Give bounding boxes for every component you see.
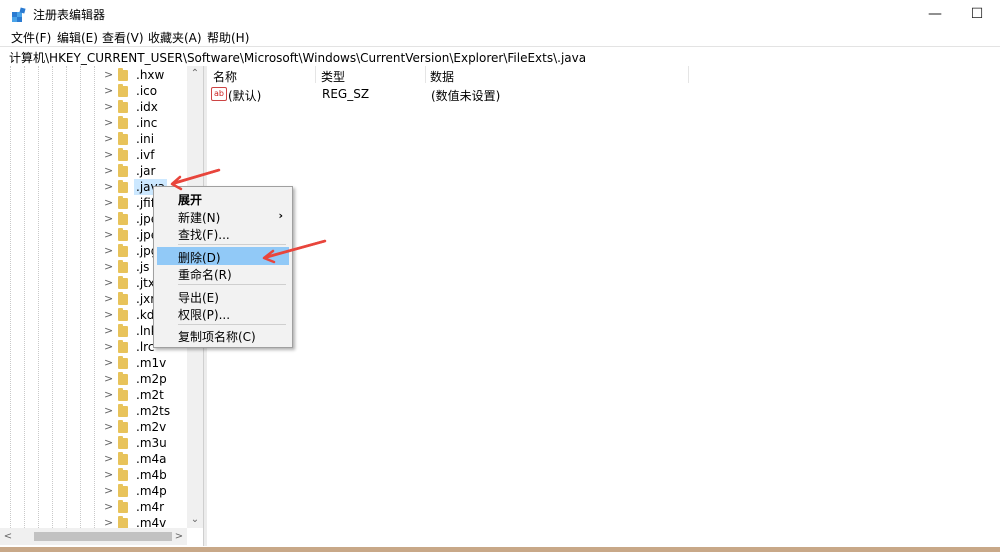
baidu-jingyan-watermark: Bai du 经验 jingyan.baidu.com <box>760 444 1000 547</box>
annotation-arrow-shaft <box>265 239 326 259</box>
watermark-logo: Bai du 经验 <box>760 454 965 547</box>
watermark-url: jingyan.baidu.com <box>769 506 936 527</box>
registry-editor-window: 注册表编辑器 — ☐ 文件(F) 编辑(E) 查看(V) 收藏夹(A) 帮助(H… <box>0 0 1000 547</box>
annotation-arrow-group <box>170 168 327 264</box>
